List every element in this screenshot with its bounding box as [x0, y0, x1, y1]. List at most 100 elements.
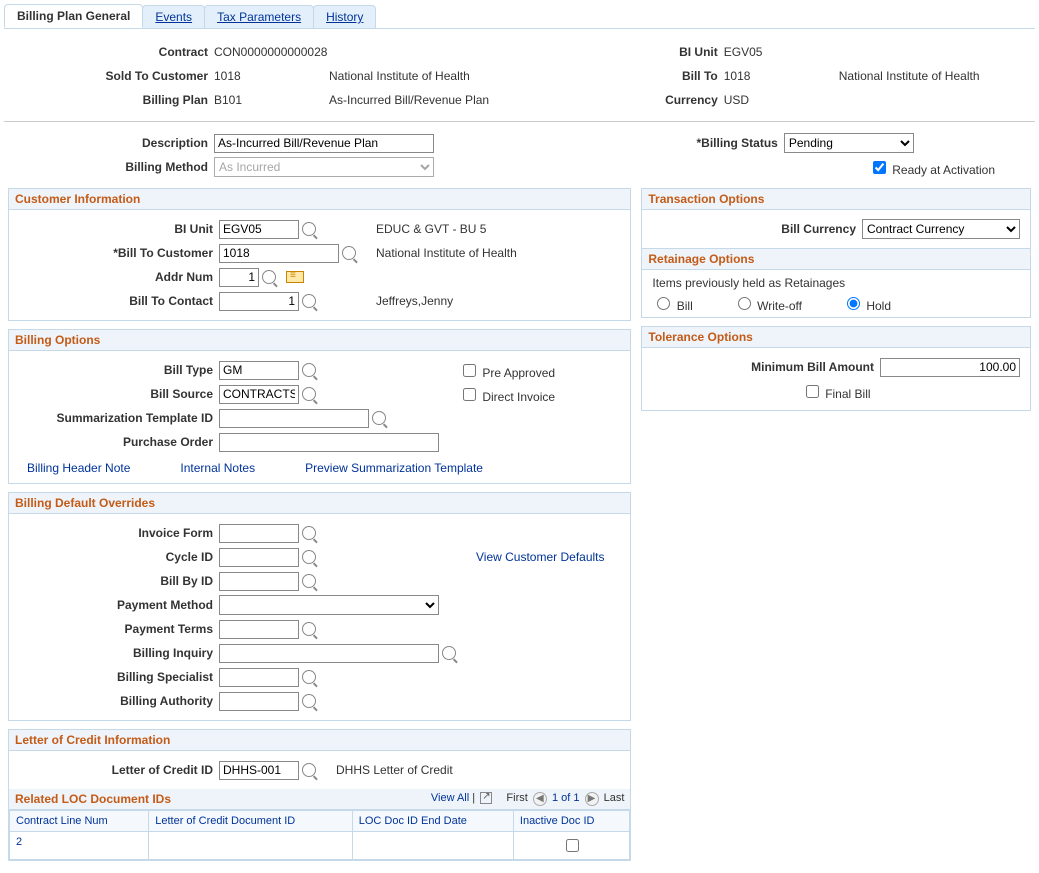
tab-tax-parameters[interactable]: Tax Parameters	[204, 5, 314, 28]
lookup-icon[interactable]	[302, 763, 316, 777]
popout-icon[interactable]	[480, 792, 492, 804]
input-billing-authority[interactable]	[219, 692, 299, 711]
grid-loc-docs: Contract Line Num Letter of Credit Docum…	[9, 810, 630, 860]
input-bill-type[interactable]	[219, 361, 299, 380]
tab-history[interactable]: History	[313, 5, 376, 28]
checkbox-ready-at-activation-input[interactable]	[873, 161, 886, 174]
label-ci-bill-to-contact: Bill To Contact	[19, 294, 219, 308]
label-direct-invoice: Direct Invoice	[482, 390, 555, 404]
select-billing-method: As Incurred	[214, 157, 434, 177]
value-ci-bill-to-customer-desc: National Institute of Health	[376, 246, 517, 260]
tab-events[interactable]: Events	[142, 5, 205, 28]
grid-header-loc: Related LOC Document IDs View All | Firs…	[9, 789, 630, 810]
tab-general[interactable]: Billing Plan General	[4, 4, 143, 28]
nav-last[interactable]: Last	[604, 792, 625, 804]
checkbox-pre-approved[interactable]: Pre Approved	[459, 361, 555, 380]
radio-retainage-writeoff[interactable]: Write-off	[733, 294, 802, 313]
value-billing-plan-id: B101	[214, 93, 329, 107]
input-description[interactable]	[214, 134, 434, 153]
input-ci-addr-num[interactable]	[219, 268, 259, 287]
checkbox-inactive-doc-id[interactable]	[566, 839, 579, 852]
value-bi-unit: EGV05	[724, 45, 839, 59]
radio-retainage-bill[interactable]: Bill	[652, 294, 692, 313]
col-inactive-doc-id[interactable]: Inactive Doc ID	[513, 811, 630, 832]
input-payment-terms[interactable]	[219, 620, 299, 639]
table-row: 2	[10, 832, 630, 860]
input-billing-specialist[interactable]	[219, 668, 299, 687]
input-billing-inquiry[interactable]	[219, 644, 439, 663]
input-min-bill-amount[interactable]	[880, 358, 1020, 377]
lookup-icon[interactable]	[302, 294, 316, 308]
lookup-icon[interactable]	[302, 550, 316, 564]
section-transaction-options: Transaction Options Bill Currency Contra…	[641, 188, 1031, 318]
col-contract-line-num[interactable]: Contract Line Num	[10, 811, 149, 832]
link-internal-notes[interactable]: Internal Notes	[180, 461, 255, 475]
lookup-icon[interactable]	[302, 670, 316, 684]
link-view-customer-defaults[interactable]: View Customer Defaults	[476, 550, 605, 564]
contract-header: Contract CON0000000000028 Sold To Custom…	[4, 39, 1035, 122]
section-billing-options: Billing Options Bill Type Bill Source	[8, 329, 631, 484]
checkbox-final-bill[interactable]: Final Bill	[802, 382, 871, 401]
lookup-icon[interactable]	[342, 246, 356, 260]
input-cycle-id[interactable]	[219, 548, 299, 567]
col-loc-end-date[interactable]: LOC Doc ID End Date	[352, 811, 513, 832]
lookup-icon[interactable]	[302, 222, 316, 236]
heading-retainage-options: Retainage Options	[642, 248, 1030, 270]
address-detail-icon[interactable]	[286, 271, 304, 283]
label-ready-at-activation: Ready at Activation	[892, 163, 995, 177]
checkbox-ready-at-activation[interactable]: Ready at Activation	[869, 158, 995, 177]
cell-contract-line-num[interactable]: 2	[16, 836, 22, 848]
value-bill-to-name: National Institute of Health	[839, 69, 980, 83]
section-billing-overrides: Billing Default Overrides Invoice Form C…	[8, 492, 631, 721]
input-bill-by-id[interactable]	[219, 572, 299, 591]
input-summ-tmpl[interactable]	[219, 409, 369, 428]
link-billing-header-note[interactable]: Billing Header Note	[27, 461, 130, 475]
lookup-icon[interactable]	[302, 694, 316, 708]
select-bill-currency[interactable]: Contract Currency	[862, 219, 1020, 239]
heading-billing-options: Billing Options	[9, 330, 630, 351]
label-summ-tmpl: Summarization Template ID	[19, 411, 219, 425]
lookup-icon[interactable]	[302, 526, 316, 540]
input-invoice-form[interactable]	[219, 524, 299, 543]
value-billing-plan-desc: As-Incurred Bill/Revenue Plan	[329, 93, 489, 107]
label-ci-bi-unit: BI Unit	[19, 222, 219, 236]
nav-next-icon[interactable]: ▶	[585, 792, 599, 806]
label-ci-bill-to-customer: *Bill To Customer	[19, 246, 219, 260]
input-po[interactable]	[219, 433, 439, 452]
input-ci-bi-unit[interactable]	[219, 220, 299, 239]
input-bill-source[interactable]	[219, 385, 299, 404]
lookup-icon[interactable]	[302, 622, 316, 636]
label-currency: Currency	[604, 93, 724, 107]
col-loc-doc-id[interactable]: Letter of Credit Document ID	[149, 811, 352, 832]
lookup-icon[interactable]	[302, 363, 316, 377]
label-payment-method: Payment Method	[19, 598, 219, 612]
label-billing-method: Billing Method	[14, 160, 214, 174]
label-min-bill-amount: Minimum Bill Amount	[751, 360, 880, 374]
value-currency: USD	[724, 93, 839, 107]
lookup-icon[interactable]	[302, 387, 316, 401]
checkbox-direct-invoice[interactable]: Direct Invoice	[459, 385, 555, 404]
section-customer-info: Customer Information BI Unit EDUC & GVT …	[8, 188, 631, 321]
link-view-all[interactable]: View All	[431, 792, 469, 804]
label-final-bill: Final Bill	[825, 387, 870, 401]
lookup-icon[interactable]	[262, 270, 276, 284]
nav-range[interactable]: 1 of 1	[552, 792, 580, 804]
section-tolerance-options: Tolerance Options Minimum Bill Amount Fi…	[641, 326, 1031, 411]
nav-prev-icon[interactable]: ◀	[533, 792, 547, 806]
heading-tolerance-options: Tolerance Options	[642, 327, 1030, 348]
nav-first[interactable]: First	[506, 792, 527, 804]
radio-retainage-hold[interactable]: Hold	[842, 294, 891, 313]
select-billing-status[interactable]: Pending	[784, 133, 914, 153]
lookup-icon[interactable]	[302, 574, 316, 588]
input-ci-bill-to-contact[interactable]	[219, 292, 299, 311]
input-ci-bill-to-customer[interactable]	[219, 244, 339, 263]
lookup-icon[interactable]	[372, 411, 386, 425]
heading-billing-overrides: Billing Default Overrides	[9, 493, 630, 514]
input-loc-id[interactable]	[219, 761, 299, 780]
lookup-icon[interactable]	[442, 646, 456, 660]
select-payment-method[interactable]	[219, 595, 439, 615]
link-preview-summ-template[interactable]: Preview Summarization Template	[305, 461, 483, 475]
label-billing-authority: Billing Authority	[19, 694, 219, 708]
label-bill-source: Bill Source	[19, 387, 219, 401]
label-billing-plan: Billing Plan	[14, 93, 214, 107]
